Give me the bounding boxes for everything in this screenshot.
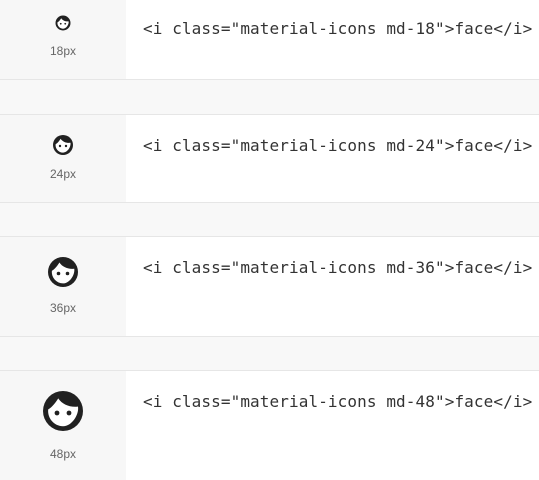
code-snippet-panel: <i class="material-icons md-36">face</i> [126,237,539,336]
code-snippet: <i class="material-icons md-36">face</i> [143,258,533,277]
size-example-row-48: 48px <i class="material-icons md-48">fac… [0,370,539,480]
size-example-row-24: 24px <i class="material-icons md-24">fac… [0,114,539,203]
code-snippet: <i class="material-icons md-24">face</i> [143,136,533,155]
size-label: 18px [49,44,77,58]
size-label: 36px [49,301,77,315]
icon-preview-panel: 18px [0,0,126,79]
code-snippet-panel: <i class="material-icons md-24">face</i> [126,115,539,202]
icon-preview-panel: 48px [0,371,126,480]
face-icon [54,14,72,32]
code-snippet-panel: <i class="material-icons md-18">face</i> [126,0,539,79]
size-label: 24px [49,167,77,181]
face-icon [51,133,75,157]
face-icon [45,254,81,290]
size-label: 48px [49,447,77,461]
icon-size-examples: 18px <i class="material-icons md-18">fac… [0,0,539,480]
size-example-row-36: 36px <i class="material-icons md-36">fac… [0,236,539,337]
icon-preview-panel: 36px [0,237,126,336]
code-snippet: <i class="material-icons md-48">face</i> [143,392,533,411]
code-snippet-panel: <i class="material-icons md-48">face</i> [126,371,539,480]
size-example-row-18: 18px <i class="material-icons md-18">fac… [0,0,539,80]
icon-preview-panel: 24px [0,115,126,202]
code-snippet: <i class="material-icons md-18">face</i> [143,19,533,38]
face-icon [39,387,87,435]
